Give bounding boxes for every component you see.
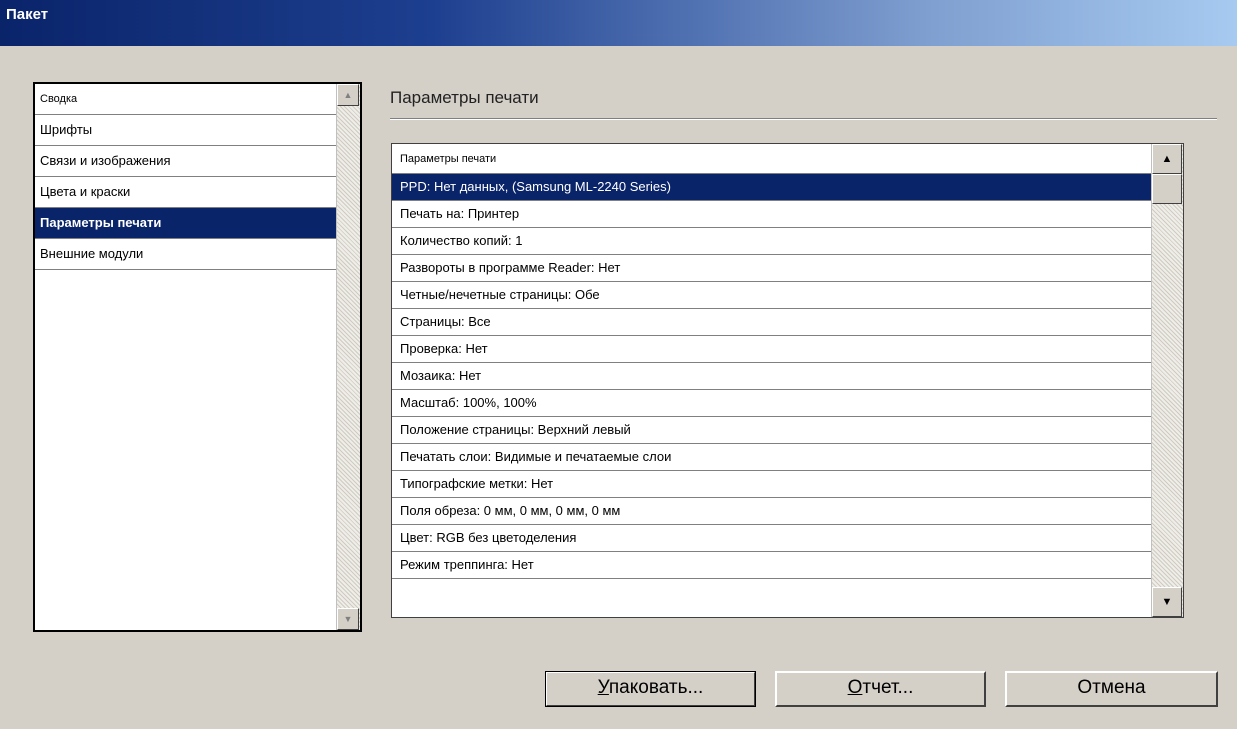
up-arrow-icon[interactable]: ▲ [337,84,359,106]
title-bar: Пакет [0,0,1237,46]
table-row[interactable]: Количество копий: 1 [392,228,1152,255]
sidebar-item-label: Сводка [40,93,78,105]
print-settings-table[interactable]: Параметры печати PPD: Нет данных, (Samsu… [391,143,1184,618]
sidebar-item-label: Шрифты [40,122,93,137]
sidebar-item-print-settings[interactable]: Параметры печати [35,208,337,239]
sidebar-item-label: Связи и изображения [40,153,171,168]
table-row[interactable]: Типографские метки: Нет [392,471,1152,498]
sidebar-item-summary[interactable]: Сводка [35,84,337,115]
down-arrow-icon[interactable]: ▼ [337,608,359,630]
table-row[interactable]: Поля обреза: 0 мм, 0 мм, 0 мм, 0 мм [392,498,1152,525]
table-scrollbar[interactable]: ▲ ▼ [1151,144,1183,617]
up-arrow-icon[interactable]: ▲ [1152,144,1182,174]
down-arrow-icon[interactable]: ▼ [1152,587,1182,617]
section-title: Параметры печати [390,88,539,107]
report-label: тчет... [862,677,914,698]
sidebar-item-colors[interactable]: Цвета и краски [35,177,337,208]
section-divider [390,118,1217,120]
package-button[interactable]: Упаковать... [545,671,756,707]
package-label: паковать... [608,677,704,698]
table-row[interactable]: Страницы: Все [392,309,1152,336]
table-header: Параметры печати [392,144,1152,174]
table-row[interactable]: Режим треппинга: Нет [392,552,1152,579]
sidebar-item-links[interactable]: Связи и изображения [35,146,337,177]
table-row[interactable]: Печать на: Принтер [392,201,1152,228]
cancel-button[interactable]: Отмена [1005,671,1218,707]
package-mnemonic: У [597,677,609,698]
table-body: Параметры печати PPD: Нет данных, (Samsu… [392,144,1152,617]
sidebar-item-plugins[interactable]: Внешние модули [35,239,337,270]
sidebar-item-fonts[interactable]: Шрифты [35,115,337,146]
report-button[interactable]: Отчет... [775,671,986,707]
category-list[interactable]: Сводка Шрифты Связи и изображения Цвета … [33,82,362,632]
table-row[interactable]: Четные/нечетные страницы: Обе [392,282,1152,309]
sidebar-item-label: Параметры печати [40,215,162,230]
window-title: Пакет [6,6,49,23]
scrollbar-thumb[interactable] [1152,174,1182,204]
table-row[interactable]: Развороты в программе Reader: Нет [392,255,1152,282]
table-row[interactable]: Положение страницы: Верхний левый [392,417,1152,444]
sidebar-item-label: Внешние модули [40,246,144,261]
report-mnemonic: О [847,677,863,698]
table-row[interactable]: PPD: Нет данных, (Samsung ML-2240 Series… [392,174,1152,201]
table-row[interactable]: Проверка: Нет [392,336,1152,363]
table-row[interactable]: Печатать слои: Видимые и печатаемые слои [392,444,1152,471]
table-row[interactable]: Мозаика: Нет [392,363,1152,390]
category-list-scrollbar[interactable]: ▲ ▼ [336,84,360,630]
sidebar-item-label: Цвета и краски [40,184,131,199]
category-list-items: Сводка Шрифты Связи и изображения Цвета … [35,84,337,630]
table-row[interactable]: Масштаб: 100%, 100% [392,390,1152,417]
table-row[interactable]: Цвет: RGB без цветоделения [392,525,1152,552]
